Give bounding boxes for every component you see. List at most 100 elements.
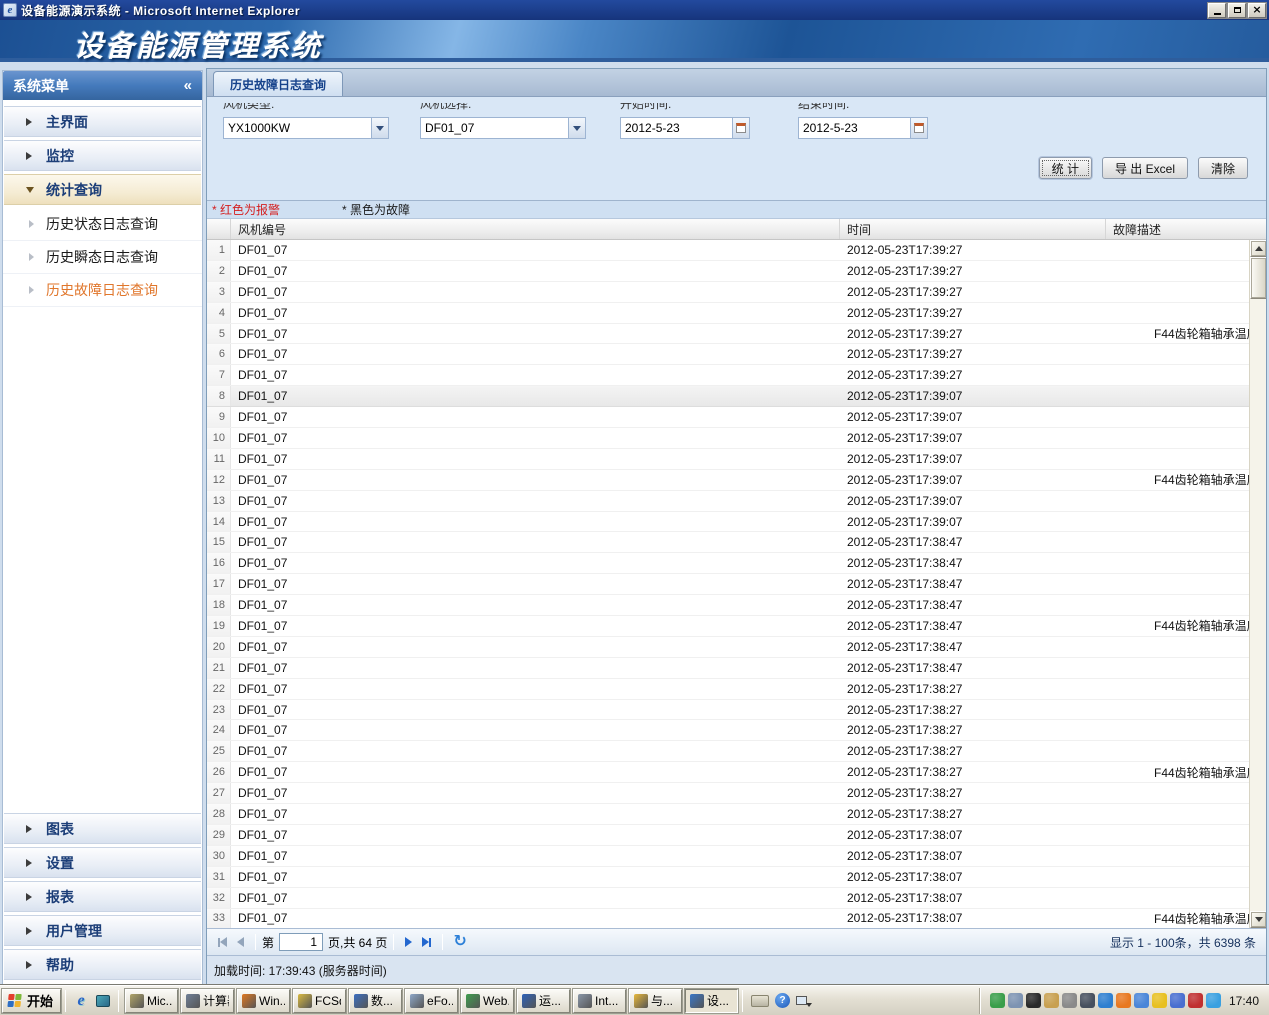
sidebar-item-charts[interactable]: 图表 bbox=[4, 813, 201, 844]
sidebar-item-settings[interactable]: 设置 bbox=[4, 847, 201, 878]
previous-page-button[interactable] bbox=[237, 937, 244, 947]
network-globe-icon[interactable] bbox=[990, 993, 1005, 1008]
internet-explorer-icon[interactable]: e bbox=[71, 991, 91, 1011]
table-row[interactable]: 7DF01_072012-05-23T17:39:27 bbox=[207, 365, 1266, 386]
taskbar-button[interactable]: FCSql bbox=[293, 989, 346, 1013]
security-shield-icon[interactable] bbox=[1152, 993, 1167, 1008]
display-settings-icon[interactable] bbox=[1008, 993, 1023, 1008]
table-row[interactable]: 9DF01_072012-05-23T17:39:07 bbox=[207, 407, 1266, 428]
no-connection-icon[interactable] bbox=[1188, 993, 1203, 1008]
turbine-select-dropdown-button[interactable] bbox=[568, 117, 586, 139]
table-row[interactable]: 31DF01_072012-05-23T17:38:07 bbox=[207, 867, 1266, 888]
scroll-up-button[interactable] bbox=[1250, 240, 1266, 257]
table-row[interactable]: 26DF01_072012-05-23T17:38:27F44齿轮箱轴承温度 bbox=[207, 762, 1266, 783]
scroll-down-button[interactable] bbox=[1250, 911, 1266, 928]
sidebar-item-help[interactable]: 帮助 bbox=[4, 949, 201, 980]
sidebar-item-monitor[interactable]: 监控 bbox=[4, 140, 201, 171]
table-row[interactable]: 2DF01_072012-05-23T17:39:27 bbox=[207, 261, 1266, 282]
taskbar-button[interactable]: Mic... bbox=[125, 989, 178, 1013]
table-row[interactable]: 28DF01_072012-05-23T17:38:27 bbox=[207, 804, 1266, 825]
turbine-type-dropdown-button[interactable] bbox=[371, 117, 389, 139]
table-row[interactable]: 21DF01_072012-05-23T17:38:47 bbox=[207, 658, 1266, 679]
vertical-scrollbar[interactable] bbox=[1249, 240, 1266, 928]
first-page-button[interactable] bbox=[218, 937, 227, 947]
column-header-fault-desc[interactable]: 故障描述 bbox=[1106, 219, 1266, 239]
taskbar-button[interactable]: 设... bbox=[685, 989, 738, 1013]
table-row[interactable]: 4DF01_072012-05-23T17:39:27 bbox=[207, 303, 1266, 324]
table-row[interactable]: 30DF01_072012-05-23T17:38:07 bbox=[207, 846, 1266, 867]
start-button[interactable]: 开始 bbox=[2, 989, 61, 1013]
refresh-icon[interactable]: ↻ bbox=[453, 935, 466, 949]
taskbar-button[interactable]: 运... bbox=[517, 989, 570, 1013]
table-row[interactable]: 1DF01_072012-05-23T17:39:27 bbox=[207, 240, 1266, 261]
sidebar-item-user-management[interactable]: 用户管理 bbox=[4, 915, 201, 946]
table-row[interactable]: 14DF01_072012-05-23T17:39:07 bbox=[207, 512, 1266, 533]
sidebar-subitem-history-status-log[interactable]: 历史状态日志查询 bbox=[3, 208, 202, 241]
keyboard-icon[interactable] bbox=[751, 995, 769, 1007]
im-comet-icon[interactable] bbox=[1206, 993, 1221, 1008]
taskbar-button[interactable]: 计算器 bbox=[181, 989, 234, 1013]
table-row[interactable]: 13DF01_072012-05-23T17:39:07 bbox=[207, 491, 1266, 512]
help-icon[interactable]: ? bbox=[775, 993, 790, 1008]
scrollbar-thumb[interactable] bbox=[1250, 257, 1266, 299]
sidebar-subitem-history-transient-log[interactable]: 历史瞬态日志查询 bbox=[3, 241, 202, 274]
sidebar-item-stats-query[interactable]: 统计查询 bbox=[4, 174, 201, 205]
start-time-input[interactable] bbox=[620, 117, 732, 139]
table-row[interactable]: 6DF01_072012-05-23T17:39:27 bbox=[207, 344, 1266, 365]
table-row[interactable]: 18DF01_072012-05-23T17:38:47 bbox=[207, 595, 1266, 616]
statistics-button[interactable]: 统 计 bbox=[1039, 157, 1092, 179]
start-time-calendar-button[interactable] bbox=[732, 117, 750, 139]
network-share-icon[interactable] bbox=[1062, 993, 1077, 1008]
taskbar-button[interactable]: eFo... bbox=[405, 989, 458, 1013]
end-time-calendar-button[interactable] bbox=[910, 117, 928, 139]
clear-button[interactable]: 清除 bbox=[1198, 157, 1248, 179]
taskbar-button[interactable]: Win... bbox=[237, 989, 290, 1013]
page-number-input[interactable] bbox=[279, 933, 323, 951]
turbine-type-select[interactable] bbox=[223, 117, 371, 139]
table-row[interactable]: 32DF01_072012-05-23T17:38:07 bbox=[207, 888, 1266, 909]
last-page-button[interactable] bbox=[422, 937, 431, 947]
media-swoosh-icon[interactable] bbox=[1116, 993, 1131, 1008]
taskbar-button[interactable]: Int... bbox=[573, 989, 626, 1013]
messenger-icon[interactable] bbox=[1134, 993, 1149, 1008]
table-row[interactable]: 17DF01_072012-05-23T17:38:47 bbox=[207, 574, 1266, 595]
table-row[interactable]: 8DF01_072012-05-23T17:39:07 bbox=[207, 386, 1266, 407]
restore-button[interactable] bbox=[1228, 3, 1246, 18]
tab-history-fault-log[interactable]: 历史故障日志查询 bbox=[213, 71, 343, 96]
column-header-time[interactable]: 时间 bbox=[840, 219, 1106, 239]
table-row[interactable]: 15DF01_072012-05-23T17:38:47 bbox=[207, 532, 1266, 553]
table-row[interactable]: 22DF01_072012-05-23T17:38:27 bbox=[207, 679, 1266, 700]
table-row[interactable]: 29DF01_072012-05-23T17:38:07 bbox=[207, 825, 1266, 846]
table-row[interactable]: 27DF01_072012-05-23T17:38:27 bbox=[207, 783, 1266, 804]
sidebar-subitem-history-fault-log[interactable]: 历史故障日志查询 bbox=[3, 274, 202, 307]
sidebar-item-reports[interactable]: 报表 bbox=[4, 881, 201, 912]
table-row[interactable]: 19DF01_072012-05-23T17:38:47F44齿轮箱轴承温度 bbox=[207, 616, 1266, 637]
table-row[interactable]: 24DF01_072012-05-23T17:38:27 bbox=[207, 720, 1266, 741]
table-row[interactable]: 33DF01_072012-05-23T17:38:07F44齿轮箱轴承温度 bbox=[207, 909, 1266, 929]
windows-stack-icon[interactable] bbox=[796, 996, 807, 1005]
column-header-turbine-id[interactable]: 风机编号 bbox=[231, 219, 840, 239]
folder-sync-icon[interactable] bbox=[1044, 993, 1059, 1008]
taskbar-button[interactable]: 与... bbox=[629, 989, 682, 1013]
table-row[interactable]: 25DF01_072012-05-23T17:38:27 bbox=[207, 741, 1266, 762]
table-row[interactable]: 3DF01_072012-05-23T17:39:27 bbox=[207, 282, 1266, 303]
taskbar-button[interactable]: Web... bbox=[461, 989, 514, 1013]
storage-monitor-icon[interactable] bbox=[1026, 993, 1041, 1008]
table-row[interactable]: 20DF01_072012-05-23T17:38:47 bbox=[207, 637, 1266, 658]
minimize-button[interactable] bbox=[1208, 3, 1226, 18]
end-time-input[interactable] bbox=[798, 117, 910, 139]
table-row[interactable]: 5DF01_072012-05-23T17:39:27F44齿轮箱轴承温度 bbox=[207, 324, 1266, 345]
table-row[interactable]: 10DF01_072012-05-23T17:39:07 bbox=[207, 428, 1266, 449]
volume-levels-icon[interactable] bbox=[1080, 993, 1095, 1008]
export-excel-button[interactable]: 导 出 Excel bbox=[1102, 157, 1188, 179]
show-desktop-icon[interactable] bbox=[93, 991, 113, 1011]
collapse-sidebar-button[interactable]: « bbox=[184, 77, 192, 94]
next-page-button[interactable] bbox=[405, 937, 412, 947]
table-row[interactable]: 11DF01_072012-05-23T17:39:07 bbox=[207, 449, 1266, 470]
table-row[interactable]: 23DF01_072012-05-23T17:38:27 bbox=[207, 700, 1266, 721]
sync-spheres-icon[interactable] bbox=[1170, 993, 1185, 1008]
taskbar-button[interactable]: 数... bbox=[349, 989, 402, 1013]
close-button[interactable]: × bbox=[1248, 3, 1266, 18]
update-ball-icon[interactable] bbox=[1098, 993, 1113, 1008]
sidebar-item-main[interactable]: 主界面 bbox=[4, 106, 201, 137]
